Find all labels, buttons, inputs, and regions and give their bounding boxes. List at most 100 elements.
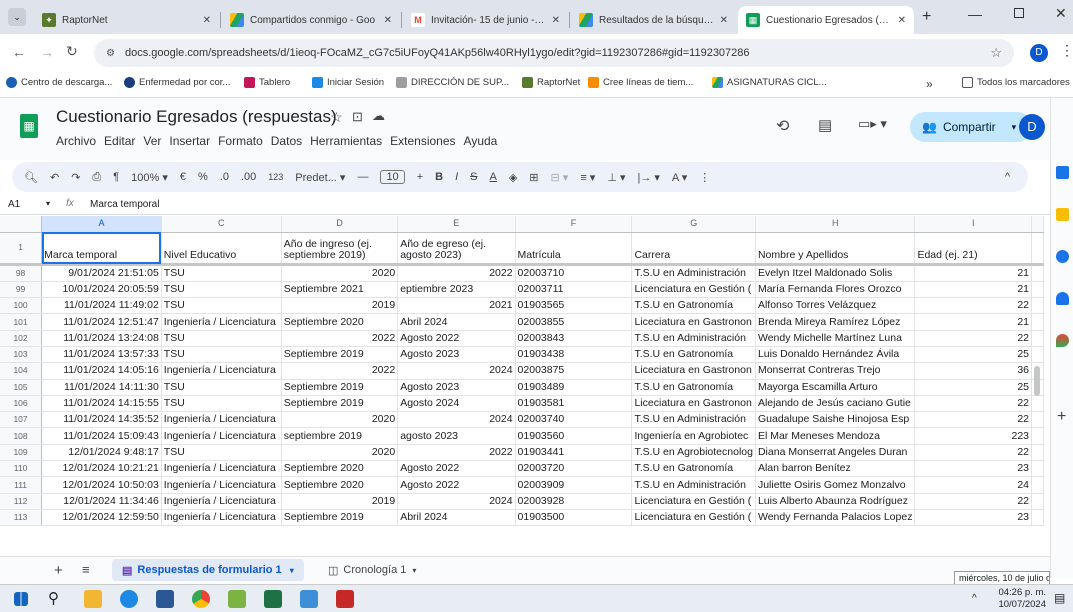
sheet-tab-active[interactable]: ▤ Respuestas de formulario 1 ▾ bbox=[112, 559, 304, 581]
browser-tab[interactable]: Resultados de la búsqueda - ✕ bbox=[571, 6, 736, 34]
collapse-toolbar-icon[interactable]: ^ bbox=[1005, 171, 1010, 183]
move-folder-icon[interactable]: ⊡ bbox=[352, 109, 363, 125]
text-wrap-icon[interactable]: |→ ▾ bbox=[637, 171, 659, 184]
row-number[interactable]: 102 bbox=[0, 330, 43, 347]
paint-format-icon[interactable]: ¶ bbox=[113, 171, 119, 183]
menu-datos[interactable]: Datos bbox=[271, 134, 302, 148]
table-cell[interactable]: 2022 bbox=[397, 264, 516, 282]
row-number[interactable]: 111 bbox=[0, 476, 43, 494]
column-header[interactable]: A bbox=[41, 216, 162, 233]
back-icon[interactable]: ← bbox=[12, 44, 26, 60]
text-color-icon[interactable]: A bbox=[489, 171, 496, 183]
column-header[interactable]: G bbox=[631, 216, 756, 233]
column-header[interactable]: E bbox=[397, 216, 516, 233]
bookmarks-overflow-button[interactable]: » bbox=[926, 77, 933, 91]
table-cell[interactable]: Agosto 2022 bbox=[397, 330, 516, 347]
table-cell[interactable]: Ingeniería / Licenciatura bbox=[161, 427, 282, 445]
percent-format-button[interactable]: % bbox=[198, 171, 208, 183]
table-cell[interactable]: T.S.U en Gatronomía bbox=[631, 379, 756, 396]
browser-tab[interactable]: ✦ RaptorNet ✕ bbox=[34, 6, 219, 34]
bookmark-item[interactable]: Enfermedad por cor... bbox=[124, 77, 230, 88]
table-cell[interactable]: 22 bbox=[914, 330, 1033, 347]
browser-menu-icon[interactable]: ⋮ bbox=[1060, 42, 1073, 59]
menu-insertar[interactable]: Insertar bbox=[169, 134, 210, 148]
restore-icon[interactable] bbox=[1014, 8, 1024, 18]
column-header[interactable]: H bbox=[755, 216, 916, 233]
row-number[interactable]: 107 bbox=[0, 411, 43, 429]
table-cell[interactable]: Monserrat Contreras Trejo bbox=[755, 362, 916, 380]
table-cell[interactable]: TSU bbox=[161, 379, 282, 396]
font-size-increase-button[interactable]: + bbox=[417, 171, 423, 183]
table-cell[interactable]: T.S.U en Administración bbox=[631, 411, 756, 429]
name-box[interactable]: A1 bbox=[8, 199, 20, 210]
header-cell[interactable]: Carrera bbox=[631, 232, 756, 265]
bookmark-item[interactable]: RaptorNet bbox=[522, 77, 580, 88]
contacts-icon[interactable] bbox=[1056, 292, 1069, 305]
decrease-decimals-button[interactable]: .0 bbox=[220, 171, 229, 183]
italic-icon[interactable]: I bbox=[455, 171, 458, 183]
table-cell[interactable]: Luis Donaldo Hernández Ávila bbox=[755, 346, 916, 364]
row-number[interactable]: 110 bbox=[0, 460, 43, 478]
table-cell[interactable]: 23 bbox=[914, 460, 1033, 478]
table-cell[interactable]: Agosto 2022 bbox=[397, 460, 516, 478]
header-cell[interactable]: Nombre y Apellidos bbox=[755, 232, 916, 265]
table-cell[interactable]: T.S.U en Gatronomía bbox=[631, 297, 756, 315]
text-rotation-icon[interactable]: A ▾ bbox=[672, 171, 687, 184]
table-cell[interactable]: 02003740 bbox=[515, 411, 633, 429]
row-number[interactable]: 101 bbox=[0, 313, 43, 331]
vertical-align-icon[interactable]: ⊥ ▾ bbox=[607, 171, 625, 184]
horizontal-align-icon[interactable]: ≡ ▾ bbox=[580, 171, 595, 184]
table-cell[interactable]: 01903441 bbox=[515, 444, 633, 462]
table-cell[interactable]: Diana Monserrat Angeles Duran bbox=[755, 444, 916, 462]
table-cell[interactable]: 2024 bbox=[397, 362, 516, 380]
table-cell[interactable]: Ingeniería / Licenciatura bbox=[161, 313, 282, 331]
word-icon[interactable] bbox=[156, 590, 174, 608]
table-cell[interactable]: Septiembre 2019 bbox=[281, 346, 399, 364]
print-icon[interactable]: ⎙ bbox=[92, 171, 101, 184]
table-cell[interactable]: 25 bbox=[914, 346, 1033, 364]
select-all-corner[interactable] bbox=[0, 216, 43, 233]
column-header[interactable]: C bbox=[161, 216, 282, 233]
header-cell[interactable]: Matrícula bbox=[515, 232, 633, 265]
table-cell[interactable]: María Fernanda Flores Orozco bbox=[755, 281, 916, 299]
table-cell[interactable]: 02003855 bbox=[515, 313, 633, 331]
table-cell[interactable]: 01903489 bbox=[515, 379, 633, 396]
menu-herramientas[interactable]: Herramientas bbox=[310, 134, 382, 148]
table-cell[interactable]: Licenciatura en Gestión ( bbox=[631, 493, 756, 510]
bookmark-item[interactable]: Centro de descarga... bbox=[6, 77, 112, 88]
browser-tab-active[interactable]: ▦ Cuestionario Egresados (resp ✕ bbox=[738, 6, 914, 34]
table-cell[interactable]: Ingeniería / Licenciatura bbox=[161, 411, 282, 429]
minimize-icon[interactable]: — bbox=[968, 6, 982, 22]
table-cell[interactable]: Septiembre 2021 bbox=[281, 281, 399, 299]
row-number[interactable]: 106 bbox=[0, 395, 43, 413]
merge-cells-icon[interactable]: ⊟ ▾ bbox=[551, 171, 569, 184]
bold-icon[interactable]: B bbox=[435, 171, 443, 183]
row-number[interactable]: 105 bbox=[0, 379, 43, 396]
chevron-down-icon[interactable]: ▾ bbox=[1012, 122, 1017, 133]
table-cell[interactable]: 01903438 bbox=[515, 346, 633, 364]
header-cell[interactable]: Marca temporal bbox=[41, 232, 162, 265]
table-cell[interactable]: T.S.U en Gatronomía bbox=[631, 346, 756, 364]
table-cell[interactable]: Alan barron Benítez bbox=[755, 460, 916, 478]
table-cell[interactable]: 21 bbox=[914, 264, 1033, 282]
table-cell[interactable]: 2019 bbox=[281, 493, 399, 510]
table-cell[interactable]: Luis Alberto Abaunza Rodríguez bbox=[755, 493, 916, 510]
row-number[interactable]: 112 bbox=[0, 493, 43, 510]
acrobat-icon[interactable] bbox=[336, 590, 354, 608]
table-cell[interactable]: 10/01/2024 20:05:59 bbox=[41, 281, 162, 299]
table-cell[interactable]: T.S.U en Gatronomía bbox=[631, 460, 756, 478]
menu-archivo[interactable]: Archivo bbox=[56, 134, 96, 148]
row-number[interactable]: 108 bbox=[0, 427, 43, 445]
table-cell[interactable]: 21 bbox=[914, 281, 1033, 299]
header-cell[interactable]: Edad (ej. 21) bbox=[914, 232, 1033, 265]
url-bar[interactable]: ⚙ docs.google.com/spreadsheets/d/1ieoq-F… bbox=[94, 39, 1014, 67]
row-number[interactable]: 113 bbox=[0, 509, 43, 527]
table-cell[interactable]: 02003711 bbox=[515, 281, 633, 299]
table-cell[interactable]: Septiembre 2020 bbox=[281, 476, 399, 494]
row-number[interactable]: 100 bbox=[0, 297, 43, 315]
close-tab-icon[interactable]: ✕ bbox=[720, 15, 728, 26]
app-icon[interactable] bbox=[228, 590, 246, 608]
font-family-select[interactable]: Predet... ▾ bbox=[295, 171, 345, 184]
site-info-icon[interactable]: ⚙ bbox=[106, 48, 115, 59]
table-cell[interactable]: Septiembre 2019 bbox=[281, 379, 399, 396]
